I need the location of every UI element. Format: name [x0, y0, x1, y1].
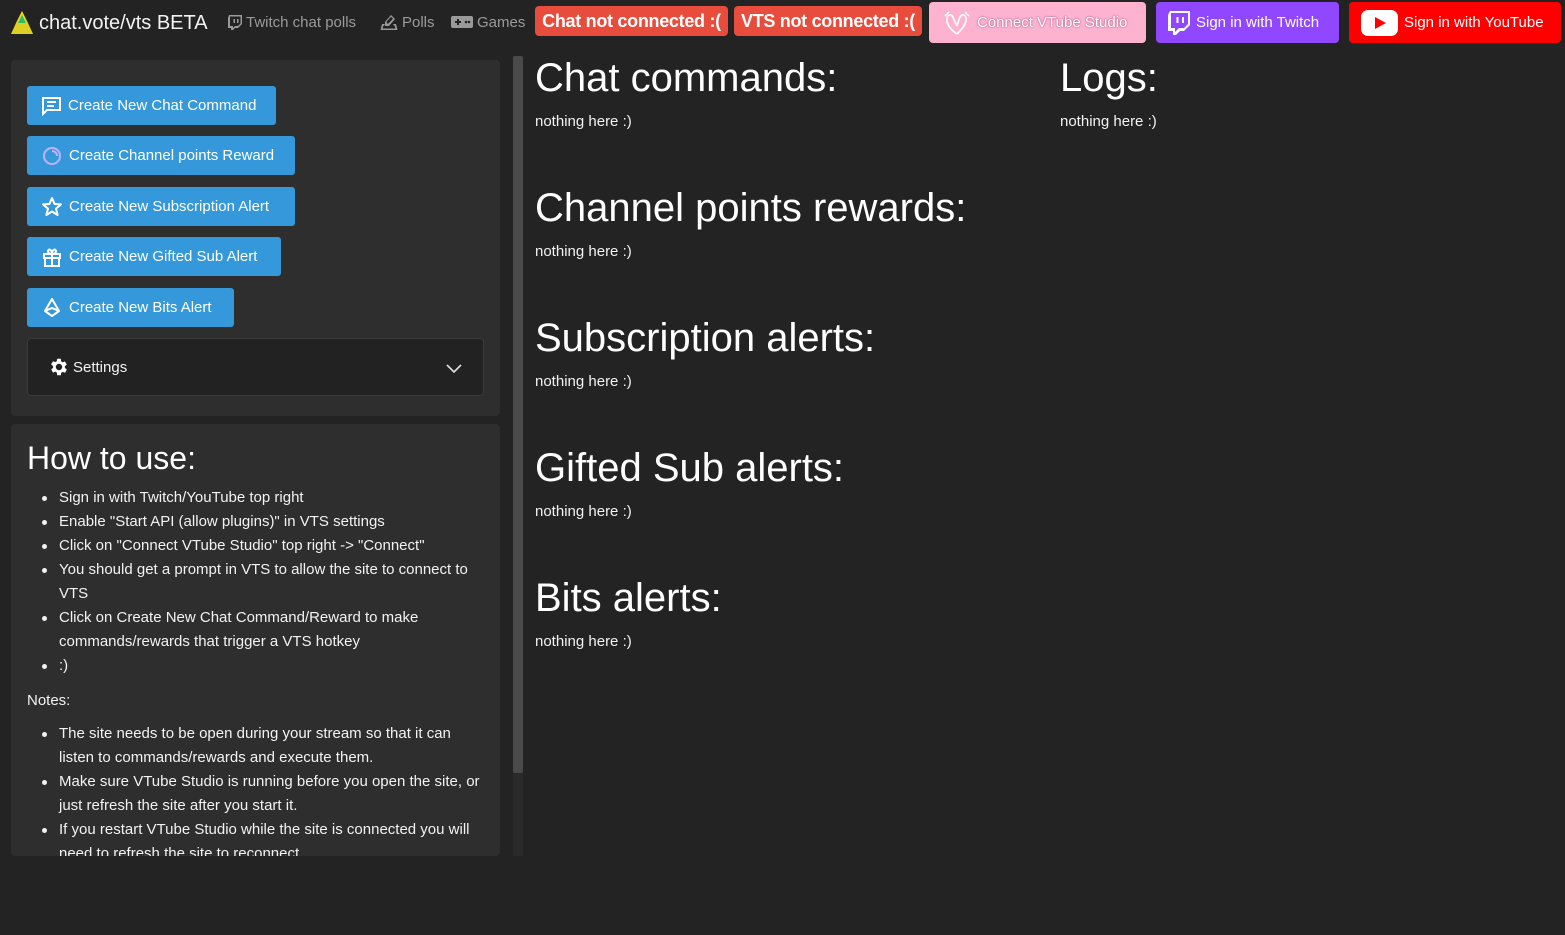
twitch-icon	[228, 14, 242, 30]
brand-title: chat.vote/vts BETA	[39, 11, 208, 34]
vts-status-badge: VTS not connected :(	[734, 6, 922, 36]
nav-link-label: Twitch chat polls	[246, 13, 357, 31]
create-bits-alert-button[interactable]: Create New Bits Alert	[27, 288, 234, 327]
create-gifted-sub-alert-button[interactable]: Create New Gifted Sub Alert	[27, 237, 281, 276]
notes-label: Notes:	[27, 692, 71, 709]
actions-panel: Create New Chat Command Create Channel p…	[11, 60, 500, 416]
settings-label: Settings	[73, 358, 128, 376]
how-to-use-title: How to use:	[27, 440, 196, 476]
chat-commands-title: Chat commands:	[535, 56, 838, 100]
bits-alerts-title: Bits alerts:	[535, 576, 722, 620]
sign-in-youtube-button[interactable]: Sign in with YouTube	[1349, 2, 1561, 43]
scrollbar-thumb[interactable]	[513, 56, 523, 773]
chevron-down-icon[interactable]	[445, 359, 463, 377]
gear-icon	[51, 358, 67, 376]
chat-status-text: Chat not connected :(	[542, 10, 721, 31]
list-item: Sign in with Twitch/YouTube top right	[27, 486, 489, 510]
how-to-use-panel: How to use: Sign in with Twitch/YouTube …	[11, 424, 500, 856]
sign-in-twitch-label: Sign in with Twitch	[1196, 14, 1320, 31]
list-item: You should get a prompt in VTS to allow …	[27, 558, 489, 606]
star-icon	[42, 196, 62, 216]
list-item: Click on "Connect VTube Studio" top righ…	[27, 534, 489, 558]
notes-list: The site needs to be open during your st…	[27, 722, 489, 856]
list-item: Enable "Start API (allow plugins)" in VT…	[27, 510, 489, 534]
list-item: Click on Create New Chat Command/Reward …	[27, 606, 489, 654]
gift-icon	[43, 248, 61, 267]
bits-icon	[44, 297, 60, 317]
gifted-sub-alerts-title: Gifted Sub alerts:	[535, 446, 845, 490]
action-label: Create New Gifted Sub Alert	[69, 248, 258, 265]
logs-empty: nothing here :)	[1060, 113, 1157, 130]
settings-accordion[interactable]: Settings	[27, 338, 484, 396]
action-label: Create New Bits Alert	[69, 299, 212, 316]
action-label: Create New Subscription Alert	[69, 198, 270, 215]
list-item: Make sure VTube Studio is running before…	[27, 770, 489, 818]
gifted-sub-alerts-empty: nothing here :)	[535, 503, 632, 520]
youtube-logo-icon	[1361, 9, 1398, 36]
channel-points-empty: nothing here :)	[535, 243, 632, 260]
nav-link-polls[interactable]: Polls	[380, 10, 435, 34]
brand-link[interactable]: chat.vote/vts BETA	[10, 6, 208, 40]
list-item: The site needs to be open during your st…	[27, 722, 489, 770]
twitch-logo-icon	[1168, 10, 1190, 35]
nav-link-label: Games	[477, 13, 526, 31]
list-item: If you restart VTube Studio while the si…	[27, 818, 489, 856]
sign-in-twitch-button[interactable]: Sign in with Twitch	[1156, 2, 1339, 43]
sign-in-youtube-label: Sign in with YouTube	[1404, 14, 1544, 31]
create-subscription-alert-button[interactable]: Create New Subscription Alert	[27, 187, 295, 226]
gamepad-icon	[451, 16, 473, 28]
logs-title: Logs:	[1060, 56, 1158, 100]
nav-link-twitch-polls[interactable]: Twitch chat polls	[228, 10, 356, 34]
vtube-studio-icon	[944, 11, 970, 35]
create-channel-points-reward-button[interactable]: Create Channel points Reward	[27, 136, 295, 175]
ballot-icon	[380, 15, 398, 30]
action-label: Create Channel points Reward	[69, 147, 275, 164]
nav-link-label: Polls	[402, 13, 435, 31]
subscription-alerts-empty: nothing here :)	[535, 373, 632, 390]
chat-icon	[42, 97, 61, 116]
bits-alerts-empty: nothing here :)	[535, 633, 632, 650]
list-item: :)	[27, 654, 489, 678]
how-to-use-steps: Sign in with Twitch/YouTube top right En…	[27, 486, 489, 678]
connect-vtube-studio-button[interactable]: Connect VTube Studio	[929, 2, 1146, 43]
top-navbar: chat.vote/vts BETA Twitch chat polls Pol…	[0, 0, 1565, 46]
connect-vts-label: Connect VTube Studio	[977, 14, 1128, 31]
sidebar-scrollbar[interactable]	[513, 56, 523, 856]
channel-points-title: Channel points rewards:	[535, 186, 967, 230]
vts-status-text: VTS not connected :(	[740, 10, 915, 31]
chat-status-badge: Chat not connected :(	[535, 6, 728, 36]
logo-icon	[11, 11, 33, 34]
channel-points-icon	[43, 146, 61, 165]
nav-link-games[interactable]: Games	[451, 10, 525, 34]
subscription-alerts-title: Subscription alerts:	[535, 316, 876, 360]
chat-commands-empty: nothing here :)	[535, 113, 632, 130]
create-chat-command-button[interactable]: Create New Chat Command	[27, 86, 276, 125]
action-label: Create New Chat Command	[68, 97, 257, 114]
